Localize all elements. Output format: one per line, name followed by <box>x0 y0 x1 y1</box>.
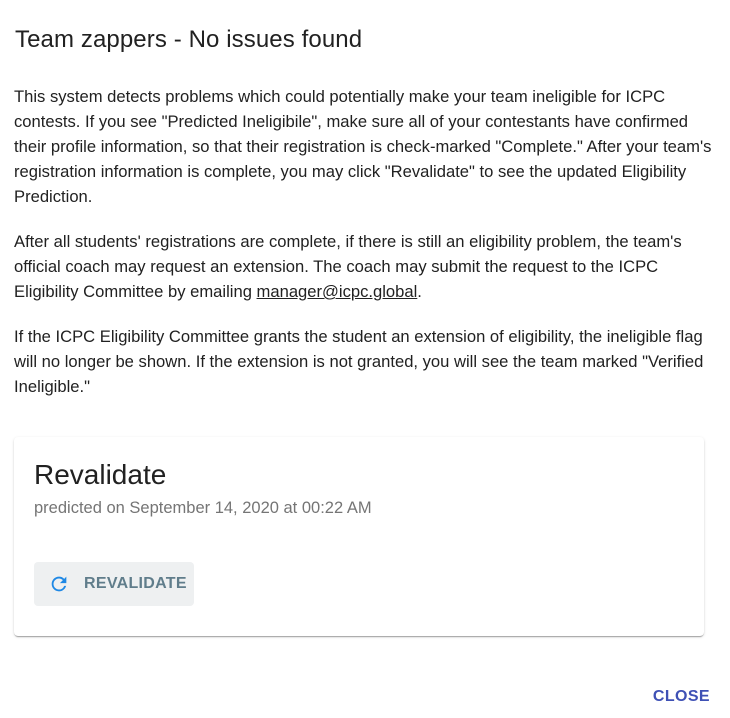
eligibility-dialog: Team zappers - No issues found This syst… <box>0 0 730 718</box>
info-paragraph-3: If the ICPC Eligibility Committee grants… <box>14 327 704 396</box>
card-title: Revalidate <box>34 459 167 490</box>
revalidate-button-label: REVALIDATE <box>84 575 187 592</box>
close-button[interactable]: CLOSE <box>653 688 710 706</box>
manager-email-link[interactable]: manager@icpc.global <box>257 282 418 301</box>
info-paragraph-2: After all students' registrations are co… <box>14 229 714 304</box>
info-paragraph-1: This system detects problems which could… <box>14 87 712 206</box>
revalidate-card: Revalidate predicted on September 14, 20… <box>14 437 704 636</box>
info-paragraph-2-end: . <box>417 282 422 301</box>
dialog-content: This system detects problems which could… <box>14 84 714 419</box>
dialog-title: Team zappers - No issues found <box>15 26 363 53</box>
refresh-icon <box>48 573 70 595</box>
prediction-timestamp: predicted on September 14, 2020 at 00:22… <box>34 499 372 517</box>
revalidate-button[interactable]: REVALIDATE <box>34 562 194 606</box>
